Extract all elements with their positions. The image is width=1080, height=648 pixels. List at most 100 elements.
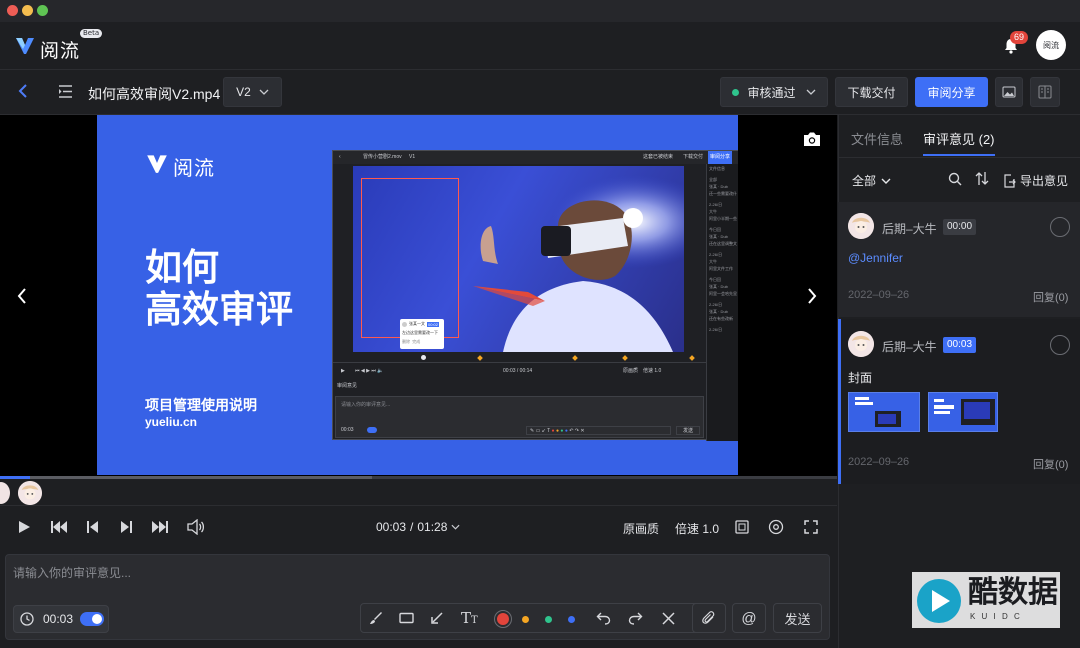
avatar-face-icon <box>848 331 874 357</box>
clock-icon <box>20 612 34 626</box>
chevron-down-icon <box>881 178 891 184</box>
inner-side-item: 阿里文件工作 <box>709 266 733 271</box>
search-icon[interactable] <box>948 172 962 186</box>
window-close-button[interactable] <box>7 5 18 16</box>
reply-link[interactable]: 回复(0) <box>1033 456 1068 472</box>
watermark-subtext: K U I D C <box>970 612 1022 621</box>
inner-popup-user: 张某一文 <box>409 321 425 326</box>
undo-icon[interactable] <box>596 611 611 625</box>
download-deliver-button[interactable]: 下载交付 <box>835 77 908 107</box>
user-avatar[interactable]: 阅流 <box>1036 30 1066 60</box>
inner-side-item: 张某 · Dub <box>709 234 728 239</box>
color-swatch-orange[interactable] <box>522 616 529 623</box>
attachment-thumbnail[interactable] <box>928 392 998 432</box>
next-frame-step-icon[interactable] <box>119 520 133 534</box>
file-list-icon[interactable] <box>58 85 73 98</box>
inner-side-item: 2-26/日 <box>709 302 723 307</box>
text-tool-icon[interactable]: TT <box>461 609 478 627</box>
back-icon[interactable] <box>16 83 30 99</box>
comment-marker-avatar[interactable] <box>18 481 42 505</box>
tab-file-info[interactable]: 文件信息 <box>851 129 903 148</box>
export-comments-button[interactable]: 导出意见 <box>1003 172 1068 189</box>
version-label: V2 <box>236 85 251 99</box>
annotation-rectangle <box>361 178 459 338</box>
tab-review-comments[interactable]: 审评意见 (2) <box>923 129 995 148</box>
inner-section-title: 审阅意见 <box>337 383 358 389</box>
send-label: 发送 <box>784 611 811 627</box>
color-red-selected[interactable] <box>494 610 512 628</box>
comment-author: 后期–大牛 <box>882 222 937 236</box>
screenshot-camera-icon[interactable] <box>803 131 821 147</box>
image-icon <box>1002 86 1016 98</box>
at-icon: @ <box>741 609 757 627</box>
timestamp-toggle[interactable] <box>80 612 104 626</box>
inner-comment-box: 请输入你的审评意见... 00:03 ✎ ▭ ↙ T ● ● ● ● ↶ ↷ ✕… <box>335 396 704 438</box>
window-minimize-button[interactable] <box>22 5 33 16</box>
fullscreen-icon[interactable] <box>804 520 818 534</box>
review-share-button[interactable]: 审阅分享 <box>915 77 988 107</box>
skip-to-end-icon[interactable] <box>151 520 169 534</box>
inner-marker <box>622 355 628 361</box>
inner-popup-done: 完成 <box>412 339 421 344</box>
volume-icon[interactable] <box>187 519 205 535</box>
inner-side-item: 还在这里调整文件 <box>709 241 737 246</box>
window-titlebar <box>0 0 1080 22</box>
filter-select[interactable]: 全部 <box>852 172 891 189</box>
user-avatar-label: 阅流 <box>1043 40 1059 50</box>
send-button[interactable]: 发送 <box>773 603 822 633</box>
mention-button[interactable]: @ <box>732 603 766 633</box>
image-view-button[interactable] <box>995 77 1023 107</box>
compare-view-button[interactable] <box>1030 77 1060 107</box>
review-status-select[interactable]: 审核通过 <box>720 77 828 107</box>
resolve-radio[interactable] <box>1050 335 1070 355</box>
app-logo-icon <box>16 38 34 54</box>
attachment-button[interactable] <box>692 603 726 633</box>
settings-icon[interactable] <box>768 519 784 535</box>
status-dot-icon <box>732 88 740 96</box>
version-select[interactable]: V2 <box>223 77 282 107</box>
quality-select[interactable]: 原画质 <box>623 520 659 537</box>
color-swatch-blue[interactable] <box>568 616 575 623</box>
inner-version: V1 <box>409 154 416 160</box>
fit-screen-icon[interactable] <box>735 520 749 534</box>
rectangle-tool-icon[interactable] <box>399 612 414 624</box>
inner-skip-icon: ⏮ ◀ ▶ ⏭ 🔈 <box>355 368 384 374</box>
inner-side-item: 大牛 <box>709 259 717 264</box>
prev-frame-icon[interactable] <box>16 287 28 305</box>
skip-to-start-icon[interactable] <box>50 520 68 534</box>
review-share-label: 审阅分享 <box>927 85 976 100</box>
next-frame-icon[interactable] <box>806 287 818 305</box>
clear-icon[interactable] <box>662 612 675 625</box>
sort-icon[interactable] <box>975 171 989 186</box>
attachment-thumbnail[interactable] <box>848 392 920 432</box>
inner-side-item: 阿里小半期一些 <box>709 216 737 221</box>
notification-count-badge: 69 <box>1010 31 1028 44</box>
inner-marker <box>477 355 483 361</box>
color-swatch-green[interactable] <box>545 616 552 623</box>
brush-icon[interactable] <box>369 611 383 625</box>
inner-share: 审阅分享 <box>708 151 733 164</box>
window-zoom-button[interactable] <box>37 5 48 16</box>
inner-input-time: 00:03 <box>341 427 354 433</box>
reply-link[interactable]: 回复(0) <box>1033 289 1068 305</box>
play-icon[interactable] <box>17 520 31 534</box>
inner-quality: 原画质 <box>623 368 639 374</box>
review-status-label: 审核通过 <box>747 85 796 100</box>
resolve-radio[interactable] <box>1050 217 1070 237</box>
comment-input[interactable]: 请输入你的审评意见... <box>13 564 131 581</box>
speed-select[interactable]: 倍速 1.0 <box>675 520 719 537</box>
comment-text: @Jennifer <box>848 251 903 265</box>
compare-icon <box>1038 85 1052 99</box>
time-display[interactable]: 00:03/01:28 <box>376 520 460 534</box>
comment-author: 后期–大牛 <box>882 340 937 354</box>
comment-timestamp-badge[interactable]: 00:00 <box>943 219 977 235</box>
inner-marker <box>421 355 426 360</box>
prev-frame-step-icon[interactable] <box>86 520 100 534</box>
color-swatch-red <box>497 613 509 625</box>
arrow-tool-icon[interactable] <box>430 611 444 625</box>
comment-timestamp-badge[interactable]: 00:03 <box>943 337 977 353</box>
redo-icon[interactable] <box>628 611 643 625</box>
inner-popup-text: 左边这里需要改一下 <box>402 330 438 335</box>
slide-inner-screenshot: ‹ 冒传小营剧2.mov V1 这套已被结束 下载交付 审阅分享 张某一文 00… <box>332 150 738 441</box>
file-name: 如何高效审阅V2.mp4 <box>88 86 221 102</box>
